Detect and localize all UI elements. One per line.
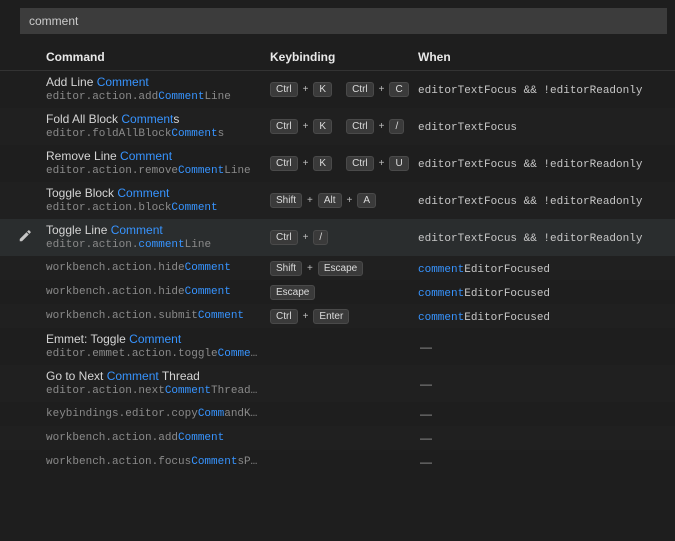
key: Shift <box>270 261 302 276</box>
command-id: editor.action.blockComment <box>46 201 262 215</box>
command-id: editor.foldAllBlockComments <box>46 127 262 141</box>
header-when[interactable]: When <box>418 50 675 64</box>
command-id: workbench.action.focusCommentsPan… <box>46 455 262 469</box>
table-row[interactable]: Toggle Line Commenteditor.action.comment… <box>0 219 675 256</box>
key: Ctrl <box>346 119 374 134</box>
command-title: Toggle Block Comment <box>46 186 262 201</box>
key: Ctrl <box>270 119 298 134</box>
table-row[interactable]: workbench.action.hideComment Shift+Escape… <box>0 256 675 280</box>
table-row[interactable]: workbench.action.hideComment Escape commen… <box>0 280 675 304</box>
key: K <box>313 119 332 134</box>
command-id: editor.action.nextCommentThreadActi <box>46 384 262 398</box>
search-input[interactable]: comment <box>20 8 667 34</box>
when-clause: commentEditorFocused <box>418 288 550 300</box>
table-row[interactable]: Add Line Commenteditor.action.addComment… <box>0 71 675 108</box>
when-clause: editorTextFocus && !editorReadonly <box>418 159 642 171</box>
keybinding: Shift+Escape <box>270 261 418 276</box>
key: Ctrl <box>270 309 298 324</box>
command-id: workbench.action.addComment <box>46 431 262 445</box>
column-headers: Command Keybinding When <box>0 44 675 71</box>
command-id: editor.emmet.action.toggleComment <box>46 347 262 361</box>
keybindings-table: Add Line Commenteditor.action.addComment… <box>0 71 675 474</box>
key: Shift <box>270 193 302 208</box>
keybinding: Ctrl+KCtrl+/ <box>270 119 418 134</box>
keybinding: Ctrl+/ <box>270 230 418 245</box>
table-row[interactable]: workbench.action.submitComment Ctrl+Enter… <box>0 304 675 328</box>
key: / <box>389 119 404 134</box>
key: Ctrl <box>270 82 298 97</box>
edit-icon[interactable] <box>18 229 32 243</box>
no-keybinding-dash: — <box>418 407 432 421</box>
table-row[interactable]: Go to Next Comment Threadeditor.action.n… <box>0 365 675 402</box>
table-row[interactable]: workbench.action.focusCommentsPan… — <box>0 450 675 474</box>
key: K <box>313 156 332 171</box>
key: U <box>389 156 408 171</box>
command-title: Toggle Line Comment <box>46 223 262 238</box>
keybinding: Ctrl+KCtrl+C <box>270 82 418 97</box>
no-keybinding-dash: — <box>418 431 432 445</box>
key: Ctrl <box>346 156 374 171</box>
command-id: keybindings.editor.copyCommandKey… <box>46 407 262 421</box>
command-id: editor.action.removeCommentLine <box>46 164 262 178</box>
command-id: workbench.action.submitComment <box>46 309 262 323</box>
key: Ctrl <box>270 230 298 245</box>
header-command[interactable]: Command <box>46 50 270 64</box>
keybinding: Shift+Alt+A <box>270 193 418 208</box>
no-keybinding-dash: — <box>418 377 432 391</box>
when-clause: commentEditorFocused <box>418 312 550 324</box>
table-row[interactable]: Emmet: Toggle Commenteditor.emmet.action… <box>0 328 675 365</box>
search-value: comment <box>29 14 78 28</box>
key: A <box>357 193 376 208</box>
key: Escape <box>318 261 363 276</box>
when-clause: commentEditorFocused <box>418 264 550 276</box>
keybinding: Ctrl+KCtrl+U <box>270 156 418 171</box>
command-id: editor.action.commentLine <box>46 238 262 252</box>
key: Ctrl <box>346 82 374 97</box>
command-title: Remove Line Comment <box>46 149 262 164</box>
command-title: Add Line Comment <box>46 75 262 90</box>
command-title: Go to Next Comment Thread <box>46 369 262 384</box>
key: C <box>389 82 408 97</box>
command-id: workbench.action.hideComment <box>46 285 262 299</box>
key: K <box>313 82 332 97</box>
when-clause: editorTextFocus <box>418 122 517 134</box>
table-row[interactable]: Toggle Block Commenteditor.action.blockC… <box>0 182 675 219</box>
keybinding: Escape <box>270 285 418 300</box>
table-row[interactable]: Fold All Block Commentseditor.foldAllBlo… <box>0 108 675 145</box>
key: Enter <box>313 309 349 324</box>
command-title: Fold All Block Comments <box>46 112 262 127</box>
key: Alt <box>318 193 342 208</box>
table-row[interactable]: Remove Line Commenteditor.action.removeC… <box>0 145 675 182</box>
no-keybinding-dash: — <box>418 455 432 469</box>
command-id: workbench.action.hideComment <box>46 261 262 275</box>
table-row[interactable]: workbench.action.addComment — <box>0 426 675 450</box>
no-keybinding-dash: — <box>418 340 432 354</box>
header-keybinding[interactable]: Keybinding <box>270 50 418 64</box>
when-clause: editorTextFocus && !editorReadonly <box>418 85 642 97</box>
key: / <box>313 230 328 245</box>
table-row[interactable]: keybindings.editor.copyCommandKey… — <box>0 402 675 426</box>
when-clause: editorTextFocus && !editorReadonly <box>418 233 642 245</box>
keybinding: Ctrl+Enter <box>270 309 418 324</box>
command-title: Emmet: Toggle Comment <box>46 332 262 347</box>
key: Escape <box>270 285 315 300</box>
when-clause: editorTextFocus && !editorReadonly <box>418 196 642 208</box>
command-id: editor.action.addCommentLine <box>46 90 262 104</box>
key: Ctrl <box>270 156 298 171</box>
